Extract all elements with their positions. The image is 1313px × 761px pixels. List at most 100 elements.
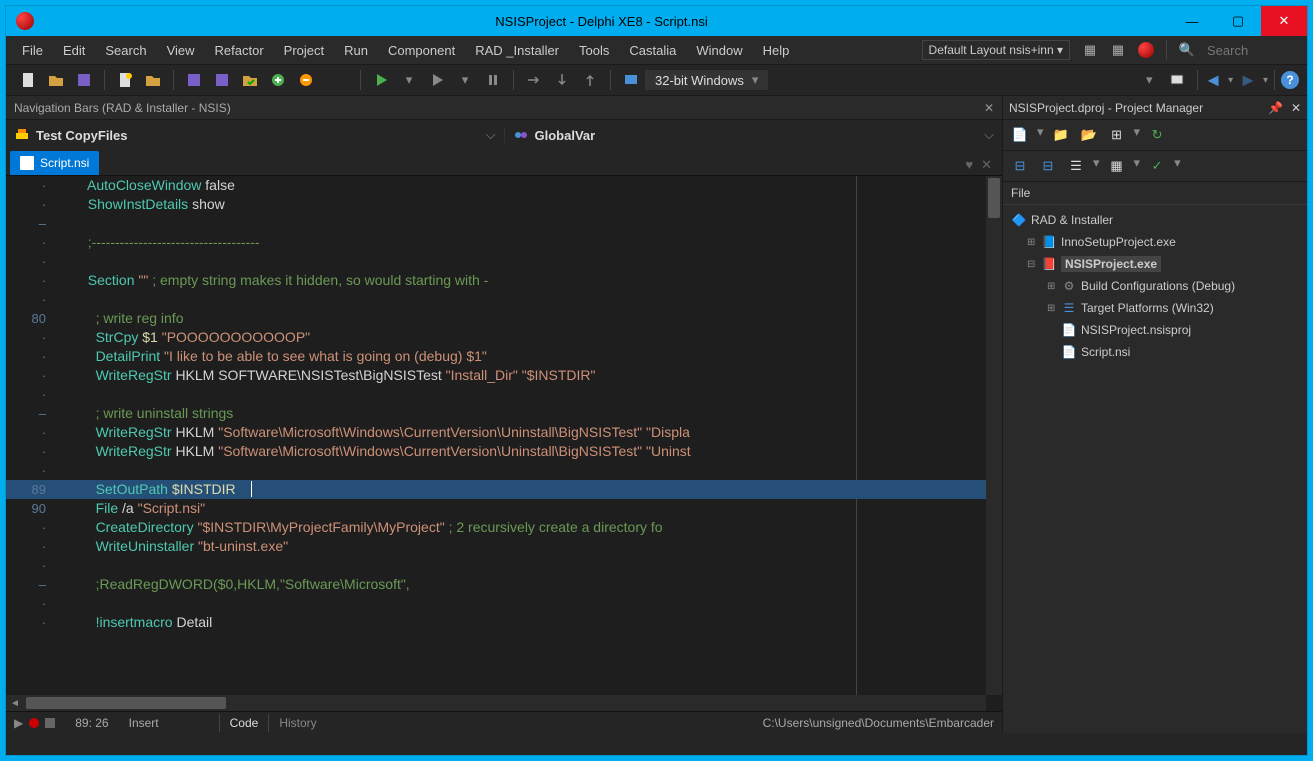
titlebar: NSISProject - Delphi XE8 - Script.nsi — … <box>6 6 1307 36</box>
remove-icon[interactable] <box>294 68 318 92</box>
tree-item-nsis[interactable]: ⊟📕NSISProject.exe <box>1003 253 1307 275</box>
pause-icon[interactable] <box>481 68 505 92</box>
app-icon <box>16 12 34 30</box>
search-icon: 🔍 <box>1177 40 1197 60</box>
menu-refactor[interactable]: Refactor <box>205 39 274 62</box>
stop-icon[interactable] <box>45 718 55 728</box>
navigation-bar-header: Navigation Bars (RAD & Installer - NSIS)… <box>6 96 1002 120</box>
project-manager-panel: NSISProject.dproj - Project Manager 📌 ✕ … <box>1002 96 1307 733</box>
screen-icon[interactable] <box>1165 68 1189 92</box>
saveas-icon[interactable] <box>210 68 234 92</box>
menu-view[interactable]: View <box>157 39 205 62</box>
step-out-icon[interactable] <box>578 68 602 92</box>
help-icon[interactable]: ? <box>1281 71 1299 89</box>
step-into-icon[interactable] <box>550 68 574 92</box>
menu-edit[interactable]: Edit <box>53 39 95 62</box>
list-icon[interactable]: ☰ <box>1065 155 1087 177</box>
menu-tools[interactable]: Tools <box>569 39 619 62</box>
code-editor[interactable]: · AutoCloseWindow false · ShowInstDetail… <box>6 176 1002 711</box>
chevron-down-icon: ⌵ <box>486 127 496 143</box>
tab-script[interactable]: Script.nsi <box>10 151 99 175</box>
tree-item-target[interactable]: ⊞☰Target Platforms (Win32) <box>1003 297 1307 319</box>
menu-castalia[interactable]: Castalia <box>619 39 686 62</box>
close-button[interactable]: ✕ <box>1261 6 1307 36</box>
step-over-icon[interactable] <box>522 68 546 92</box>
run-button[interactable] <box>369 68 393 92</box>
run-nobuild-icon[interactable] <box>425 68 449 92</box>
play-small-icon[interactable]: ▶ <box>14 716 23 730</box>
nav-forward-icon[interactable]: ► <box>1239 70 1257 91</box>
layout-selector[interactable]: Default Layout nsis+inn ▾ <box>922 40 1070 60</box>
nav-back-icon[interactable]: ◄ <box>1204 70 1222 91</box>
chevron-down-icon: ▾ <box>752 72 759 88</box>
chevron-down-icon[interactable]: ▾ <box>1228 75 1233 86</box>
expand-icon[interactable]: ⊟ <box>1009 155 1031 177</box>
close-tab-icon[interactable]: ✕ <box>977 155 996 175</box>
nav-header-label: Navigation Bars (RAD & Installer - NSIS) <box>14 101 231 115</box>
breadcrumb-label: GlobalVar <box>535 128 596 143</box>
tab-history[interactable]: History <box>268 714 326 732</box>
file-path: C:\Users\unsigned\Documents\Embarcader <box>763 716 1002 730</box>
menu-search[interactable]: Search <box>95 39 156 62</box>
breadcrumb-label: Test CopyFiles <box>36 128 128 143</box>
filter-icon[interactable]: ✓ <box>1146 155 1168 177</box>
minimize-button[interactable]: — <box>1169 6 1215 36</box>
save-all-icon[interactable] <box>182 68 206 92</box>
new-icon[interactable]: 📄 <box>1009 124 1031 146</box>
view-icon[interactable]: ⊞ <box>1106 124 1128 146</box>
record-icon[interactable] <box>29 718 39 728</box>
menu-component[interactable]: Component <box>378 39 465 62</box>
menu-window[interactable]: Window <box>686 39 752 62</box>
folder-check-icon[interactable] <box>238 68 262 92</box>
breadcrumb-function[interactable]: Test CopyFiles ⌵ <box>6 127 504 143</box>
pin-icon[interactable]: 📌 <box>1268 101 1283 115</box>
target-platform-label: 32-bit Windows <box>655 73 744 88</box>
open-folder-icon[interactable]: 📂 <box>1078 124 1100 146</box>
chevron-down-icon[interactable]: ▾ <box>1137 68 1161 92</box>
window-title: NSISProject - Delphi XE8 - Script.nsi <box>34 14 1169 29</box>
collapse-icon[interactable]: ⊟ <box>1037 155 1059 177</box>
open-icon[interactable] <box>44 68 68 92</box>
welcome-icon[interactable] <box>1136 40 1156 60</box>
save-icon[interactable] <box>72 68 96 92</box>
heart-icon[interactable]: ♥ <box>961 155 977 175</box>
tab-label: Script.nsi <box>40 156 89 170</box>
menu-file[interactable]: File <box>12 39 53 62</box>
menu-project[interactable]: Project <box>274 39 334 62</box>
tree-item-proj[interactable]: 📄NSISProject.nsisproj <box>1003 319 1307 341</box>
breadcrumb-symbol[interactable]: GlobalVar ⌵ <box>504 127 1003 143</box>
tree-item-build[interactable]: ⊞⚙Build Configurations (Debug) <box>1003 275 1307 297</box>
open-project-icon[interactable] <box>141 68 165 92</box>
panel-title: NSISProject.dproj - Project Manager <box>1009 101 1203 115</box>
maximize-button[interactable]: ▢ <box>1215 6 1261 36</box>
run-dropdown-icon[interactable]: ▾ <box>397 68 421 92</box>
tree-root[interactable]: 🔷RAD & Installer <box>1003 209 1307 231</box>
target-icon[interactable] <box>619 68 643 92</box>
close-icon[interactable]: ✕ <box>1291 101 1301 115</box>
section-file: File <box>1003 182 1307 205</box>
chevron-down-icon[interactable]: ▾ <box>453 68 477 92</box>
close-icon[interactable]: ✕ <box>984 101 994 115</box>
config-icon[interactable]: ▦ <box>1106 155 1128 177</box>
add-folder-icon[interactable]: 📁 <box>1050 124 1072 146</box>
menu-run[interactable]: Run <box>334 39 378 62</box>
layout-icon-2[interactable]: ▦ <box>1108 40 1128 60</box>
chevron-down-icon[interactable]: ▾ <box>1263 75 1268 86</box>
editor-tabs: Script.nsi ♥ ✕ <box>6 150 1002 176</box>
search-input[interactable] <box>1201 41 1301 60</box>
add-icon[interactable] <box>266 68 290 92</box>
tree-item-inno[interactable]: ⊞📘InnoSetupProject.exe <box>1003 231 1307 253</box>
tree-item-script[interactable]: 📄Script.nsi <box>1003 341 1307 363</box>
target-platform-selector[interactable]: 32-bit Windows ▾ <box>645 70 768 90</box>
layout-icon-1[interactable]: ▦ <box>1080 40 1100 60</box>
menu-rad-installer[interactable]: RAD _Installer <box>465 39 569 62</box>
tab-code[interactable]: Code <box>219 714 269 732</box>
main-toolbar: ▾ ▾ 32-bit Windows ▾ ▾ ◄ ▾ ► ▾ ? <box>6 64 1307 96</box>
horizontal-scrollbar[interactable]: ◄ <box>6 695 986 711</box>
menu-help[interactable]: Help <box>753 39 800 62</box>
new-item-icon[interactable] <box>113 68 137 92</box>
vertical-scrollbar[interactable] <box>986 176 1002 695</box>
refresh-icon[interactable]: ↻ <box>1146 124 1168 146</box>
file-icon <box>20 156 34 170</box>
new-file-icon[interactable] <box>16 68 40 92</box>
